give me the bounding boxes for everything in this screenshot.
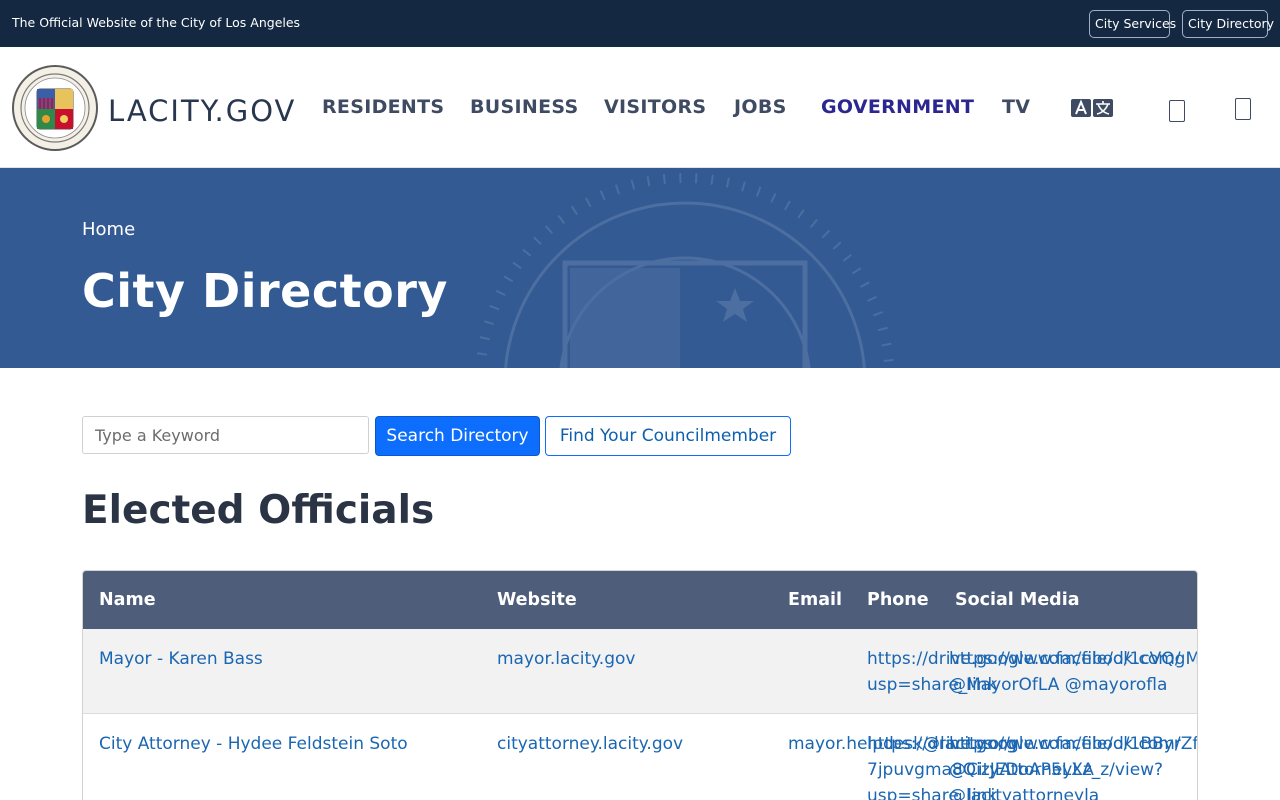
nav-tv[interactable]: TV <box>1002 96 1030 118</box>
search-directory-button[interactable]: Search Directory <box>375 416 540 456</box>
column-header-email: Email <box>788 590 842 610</box>
city-directory-link[interactable]: City Directory <box>1182 10 1274 38</box>
table-row: Mayor - Karen Bass mayor.lacity.gov http… <box>83 629 1197 713</box>
official-website-link[interactable]: mayor.lacity.gov <box>497 646 635 672</box>
city-services-link[interactable]: City Services <box>1089 10 1176 38</box>
column-header-website: Website <box>497 590 577 610</box>
nav-business[interactable]: BUSINESS <box>470 96 578 118</box>
hero-banner: Home City Directory <box>0 168 1280 368</box>
nav-government[interactable]: GOVERNMENT <box>821 96 974 118</box>
officials-table: Name Website Email Phone Social Media Ma… <box>82 570 1198 800</box>
social-link[interactable]: https://www.facebook.com/ <box>949 731 1181 757</box>
breadcrumb-home[interactable]: Home <box>82 219 135 240</box>
site-header: LACITY.GOV RESIDENTS BUSINESS VISITORS J… <box>0 47 1280 168</box>
column-header-social: Social Media <box>955 590 1080 610</box>
city-seal-logo[interactable] <box>12 65 98 151</box>
social-handles[interactable]: @MayorOfLA @mayorofla <box>949 672 1167 698</box>
nav-jobs[interactable]: JOBS <box>734 96 787 118</box>
section-heading: Elected Officials <box>82 488 435 533</box>
table-header-row: Name Website Email Phone Social Media <box>83 571 1197 629</box>
keyword-search-input[interactable] <box>82 416 369 454</box>
page-title: City Directory <box>82 264 448 318</box>
utility-bar: The Official Website of the City of Los … <box>0 0 1280 47</box>
nav-visitors[interactable]: VISITORS <box>604 96 706 118</box>
official-name-link[interactable]: City Attorney - Hydee Feldstein Soto <box>99 731 408 757</box>
table-row: City Attorney - Hydee Feldstein Soto cit… <box>83 713 1197 800</box>
search-icon[interactable] <box>1169 100 1185 122</box>
site-logo-text[interactable]: LACITY.GOV <box>108 94 296 128</box>
column-header-name: Name <box>99 590 156 610</box>
official-name-link[interactable]: Mayor - Karen Bass <box>99 646 263 672</box>
seal-watermark <box>475 173 895 368</box>
find-councilmember-button[interactable]: Find Your Councilmember <box>545 416 791 456</box>
official-site-text: The Official Website of the City of Los … <box>12 15 301 30</box>
social-handle-instagram[interactable]: @lacityattorneyla <box>949 783 1099 800</box>
column-header-phone: Phone <box>867 590 929 610</box>
official-website-link[interactable]: cityattorney.lacity.gov <box>497 731 683 757</box>
menu-icon[interactable] <box>1235 98 1251 120</box>
social-link[interactable]: https://www.facebook.com/ <box>949 646 1181 672</box>
nav-residents[interactable]: RESIDENTS <box>322 96 444 118</box>
translate-icon[interactable] <box>1071 99 1113 117</box>
social-handle-twitter[interactable]: @CityAttorneyLA <box>949 757 1094 783</box>
